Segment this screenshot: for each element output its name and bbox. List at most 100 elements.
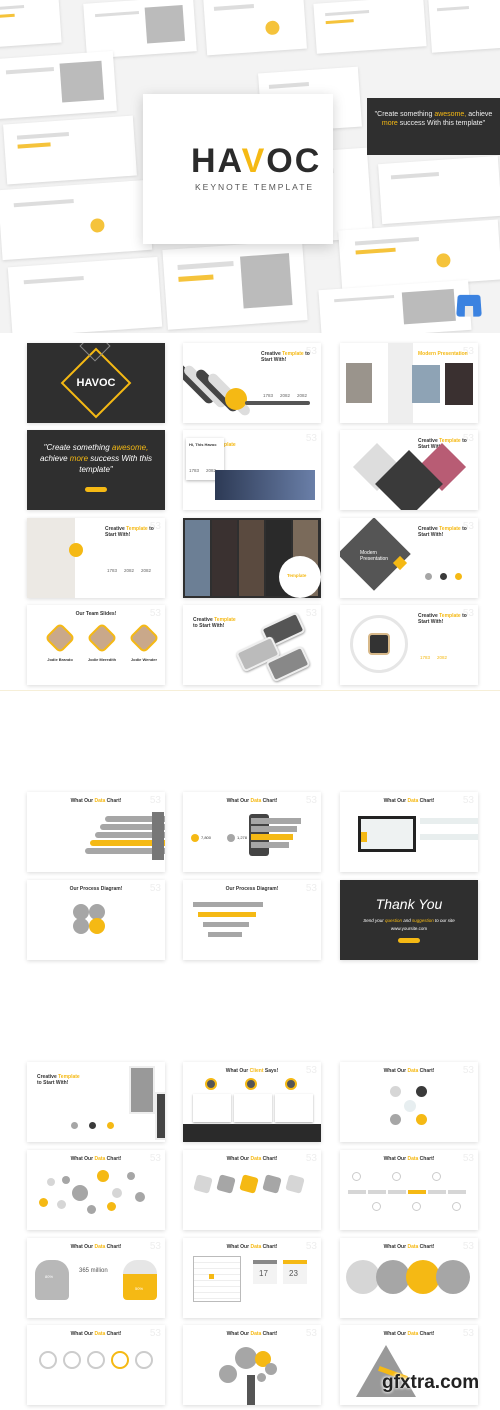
bubble xyxy=(127,1172,135,1180)
data-circle xyxy=(406,1260,440,1294)
step-square xyxy=(285,1174,305,1194)
title-text: Chart! xyxy=(418,1244,435,1250)
bubble xyxy=(112,1188,122,1198)
data-circle xyxy=(346,1260,380,1294)
tree-leaf-circle xyxy=(219,1365,237,1383)
title-card: HAVOC KEYNOTE TEMPLATE xyxy=(143,94,333,244)
slide-title: What Our Data Chart! xyxy=(183,1244,321,1250)
placeholder-bar xyxy=(436,6,470,12)
petal-circle xyxy=(89,918,105,934)
accent-circle xyxy=(264,20,280,36)
table-row xyxy=(420,826,478,832)
bubble xyxy=(107,1202,116,1211)
title-text: Chart! xyxy=(418,798,435,804)
head-silhouette-icon xyxy=(35,1260,69,1300)
slide-thumbnail[interactable]: 53 Creative Template to Start With! Modern… xyxy=(340,518,478,598)
icon-circle xyxy=(440,573,447,580)
title-highlight: Data xyxy=(407,798,419,804)
title-text: What Our xyxy=(70,1244,95,1250)
phone xyxy=(129,1066,155,1114)
stat-value: 1,278 xyxy=(237,835,248,840)
photo xyxy=(215,470,315,500)
process-arrow xyxy=(198,912,256,917)
photo-placeholder xyxy=(401,288,456,325)
slide-thumbnail[interactable]: 53 What Our Data Chart! 365 million 80% 50% xyxy=(27,1238,165,1318)
slide-thumbnail[interactable]: 53 What Our Data Chart! xyxy=(183,1150,321,1230)
dark-band xyxy=(183,1124,321,1142)
slide-thumbnail[interactable]: 53 Our Process Diagram! xyxy=(183,880,321,960)
slide-thumbnail[interactable]: Thank You Send your question and suggesti… xyxy=(340,880,478,960)
slide-title: What Our Data Chart! xyxy=(183,1331,321,1337)
cta-button[interactable] xyxy=(398,938,420,943)
slide-thumbnail[interactable]: "Create something awesome, achieve more … xyxy=(27,430,165,510)
gray-circle xyxy=(227,834,235,842)
title-text: Chart! xyxy=(418,1331,435,1337)
slide-thumbnail[interactable]: 53 What Our Data Chart! xyxy=(340,792,478,872)
slide-thumbnail[interactable]: HAVOC xyxy=(27,343,165,423)
title-text: Our Process Diagram! xyxy=(225,886,279,892)
stat-value: 365 million xyxy=(79,1268,108,1274)
title-text: Chart! xyxy=(418,1156,435,1162)
placeholder-bar xyxy=(23,276,84,285)
slide-thumbnail[interactable]: 53 Creative Template to Start With! xyxy=(183,605,321,685)
slide-thumbnail[interactable]: 53Creative Template to Start With!178320… xyxy=(183,343,321,423)
title-text: Chart! xyxy=(261,798,278,804)
text: Send your xyxy=(363,918,385,923)
placeholder-bar xyxy=(268,82,309,89)
quote-text: success With this template" xyxy=(397,120,486,127)
title-text: Chart! xyxy=(105,798,122,804)
quote-slide-preview: "Create something awesome, achieve more … xyxy=(367,98,500,155)
chart-bar xyxy=(251,834,293,840)
photo xyxy=(445,363,473,405)
watch xyxy=(368,633,390,655)
slide-thumbnail[interactable]: 53 What Our Data Chart! 7,800 1,278 xyxy=(183,792,321,872)
slide-thumbnail[interactable]: 53Creative Template to Start With!178320… xyxy=(340,605,478,685)
slide-title: What Our Data Chart! xyxy=(340,798,478,804)
background-slide xyxy=(338,219,500,291)
divider xyxy=(0,690,500,691)
slide-number: 53 xyxy=(305,433,317,444)
process-arrow xyxy=(203,922,249,927)
slide-thumbnail[interactable]: 53 What Our Data Chart! xyxy=(27,1150,165,1230)
step-square xyxy=(216,1174,236,1194)
slide-thumbnail[interactable]: 53 What Our Data Chart! xyxy=(183,1325,321,1405)
title-highlight: Client xyxy=(249,1068,264,1074)
slide-thumbnail[interactable]: 53 Creative Template to Start With! xyxy=(340,430,478,510)
stat-value: 2082 xyxy=(141,568,152,573)
slide-thumbnail[interactable]: 53 What Our Data Chart! xyxy=(340,1238,478,1318)
client-avatar xyxy=(285,1078,297,1090)
accent-circle xyxy=(89,217,105,233)
step-square xyxy=(262,1174,282,1194)
slide-title: Our Process Diagram! xyxy=(27,886,165,892)
slide-title: Creative Template to Start With! xyxy=(105,526,155,538)
slide-thumbnail[interactable]: 53 Our Process Diagram! xyxy=(27,880,165,960)
stat-value: 1783 xyxy=(189,468,200,473)
tree-leaf-circle xyxy=(257,1373,266,1382)
accent-bar xyxy=(178,274,214,282)
title-text: What Our xyxy=(226,1331,251,1337)
step-ring xyxy=(39,1351,57,1369)
slide-thumbnail[interactable]: Creative Template to Start With! xyxy=(183,518,321,598)
slide-thumbnail[interactable]: 53 What Our Data Chart! xyxy=(27,792,165,872)
slide-thumbnail[interactable]: Creative Template to Start With! xyxy=(27,1062,165,1142)
slide-thumbnail[interactable]: 53 What Our Data Chart! xyxy=(340,1150,478,1230)
step-ring xyxy=(87,1351,105,1369)
percent-label: 80% xyxy=(45,1274,54,1279)
slide-thumbnail[interactable]: 53 Our Team Slides! Jodie Brando Jodie Mere… xyxy=(27,605,165,685)
slide-thumbnail[interactable]: 53 Modern Presentation xyxy=(340,343,478,423)
title-text: to Start With! xyxy=(193,623,225,629)
slide-thumbnail[interactable]: 53Creative Template to Start With!178320… xyxy=(183,430,321,510)
slide-thumbnail[interactable]: 53 What Our Client Says! xyxy=(183,1062,321,1142)
accent-circle xyxy=(191,834,199,842)
accent-bar xyxy=(17,142,51,149)
slide-title: Thank You xyxy=(375,896,443,912)
slide-thumbnail[interactable]: 53 What Our Data Chart! xyxy=(340,1062,478,1142)
slide-title: What Our Data Chart! xyxy=(183,1156,321,1162)
slide-thumbnail[interactable]: 53Creative Template to Start With!178320… xyxy=(27,518,165,598)
title-text: to Start With! xyxy=(37,1080,69,1086)
slide-thumbnail[interactable]: 53 What Our Data Chart! xyxy=(27,1325,165,1405)
slide-thumbnail[interactable]: 53 What Our Data Chart! 17 23 xyxy=(183,1238,321,1318)
background-slide xyxy=(0,50,117,120)
overlay-text: Modern Presentation xyxy=(360,550,389,562)
cta-button[interactable] xyxy=(85,487,107,492)
